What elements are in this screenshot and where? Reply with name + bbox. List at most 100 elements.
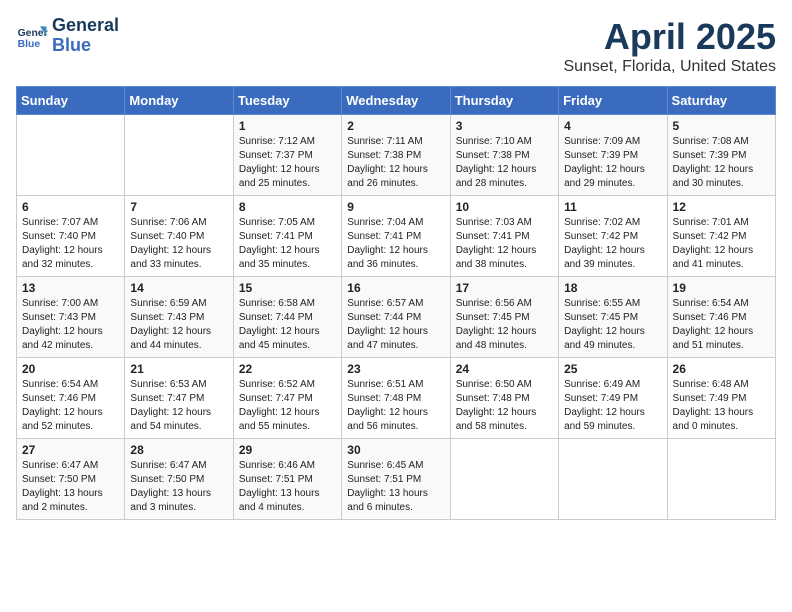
daylight-label: Daylight: 12 hours and 41 minutes. <box>673 245 754 270</box>
calendar-cell: 3 Sunrise: 7:10 AM Sunset: 7:38 PM Dayli… <box>450 115 558 196</box>
sunrise-label: Sunrise: 7:03 AM <box>456 217 532 228</box>
calendar-cell: 12 Sunrise: 7:01 AM Sunset: 7:42 PM Dayl… <box>667 196 775 277</box>
svg-text:Blue: Blue <box>18 39 41 50</box>
daylight-label: Daylight: 12 hours and 26 minutes. <box>347 164 428 189</box>
calendar-cell: 7 Sunrise: 7:06 AM Sunset: 7:40 PM Dayli… <box>125 196 233 277</box>
calendar-cell: 18 Sunrise: 6:55 AM Sunset: 7:45 PM Dayl… <box>559 277 667 358</box>
daylight-label: Daylight: 12 hours and 42 minutes. <box>22 326 103 351</box>
day-info: Sunrise: 6:49 AM Sunset: 7:49 PM Dayligh… <box>564 378 661 434</box>
daylight-label: Daylight: 12 hours and 51 minutes. <box>673 326 754 351</box>
day-info: Sunrise: 7:05 AM Sunset: 7:41 PM Dayligh… <box>239 216 336 272</box>
sunrise-label: Sunrise: 6:54 AM <box>22 379 98 390</box>
day-info: Sunrise: 6:59 AM Sunset: 7:43 PM Dayligh… <box>130 297 227 353</box>
sunset-label: Sunset: 7:37 PM <box>239 150 313 161</box>
calendar-cell: 10 Sunrise: 7:03 AM Sunset: 7:41 PM Dayl… <box>450 196 558 277</box>
day-number: 28 <box>130 443 227 457</box>
sunset-label: Sunset: 7:47 PM <box>239 393 313 404</box>
sunset-label: Sunset: 7:40 PM <box>130 231 204 242</box>
sunset-label: Sunset: 7:51 PM <box>239 474 313 485</box>
sunrise-label: Sunrise: 7:11 AM <box>347 136 422 147</box>
sunset-label: Sunset: 7:51 PM <box>347 474 421 485</box>
daylight-label: Daylight: 12 hours and 33 minutes. <box>130 245 211 270</box>
sunset-label: Sunset: 7:42 PM <box>673 231 747 242</box>
day-info: Sunrise: 7:00 AM Sunset: 7:43 PM Dayligh… <box>22 297 119 353</box>
day-number: 22 <box>239 362 336 376</box>
calendar-cell: 19 Sunrise: 6:54 AM Sunset: 7:46 PM Dayl… <box>667 277 775 358</box>
day-info: Sunrise: 7:07 AM Sunset: 7:40 PM Dayligh… <box>22 216 119 272</box>
calendar-cell: 24 Sunrise: 6:50 AM Sunset: 7:48 PM Dayl… <box>450 358 558 439</box>
day-number: 2 <box>347 119 444 133</box>
sunrise-label: Sunrise: 6:57 AM <box>347 298 423 309</box>
logo-line1: General <box>52 16 119 36</box>
weekday-thursday: Thursday <box>450 87 558 115</box>
day-number: 30 <box>347 443 444 457</box>
day-number: 10 <box>456 200 553 214</box>
day-info: Sunrise: 6:48 AM Sunset: 7:49 PM Dayligh… <box>673 378 770 434</box>
sunrise-label: Sunrise: 6:55 AM <box>564 298 640 309</box>
sunset-label: Sunset: 7:44 PM <box>239 312 313 323</box>
calendar-cell: 1 Sunrise: 7:12 AM Sunset: 7:37 PM Dayli… <box>233 115 341 196</box>
sunset-label: Sunset: 7:48 PM <box>456 393 530 404</box>
day-number: 9 <box>347 200 444 214</box>
sunset-label: Sunset: 7:49 PM <box>673 393 747 404</box>
day-number: 5 <box>673 119 770 133</box>
calendar-cell: 6 Sunrise: 7:07 AM Sunset: 7:40 PM Dayli… <box>17 196 125 277</box>
day-number: 24 <box>456 362 553 376</box>
day-info: Sunrise: 6:54 AM Sunset: 7:46 PM Dayligh… <box>22 378 119 434</box>
logo-text: General Blue <box>52 16 119 56</box>
day-number: 15 <box>239 281 336 295</box>
sunset-label: Sunset: 7:46 PM <box>22 393 96 404</box>
daylight-label: Daylight: 12 hours and 47 minutes. <box>347 326 428 351</box>
daylight-label: Daylight: 12 hours and 28 minutes. <box>456 164 537 189</box>
daylight-label: Daylight: 13 hours and 6 minutes. <box>347 488 428 513</box>
sunrise-label: Sunrise: 6:47 AM <box>130 460 206 471</box>
daylight-label: Daylight: 13 hours and 2 minutes. <box>22 488 103 513</box>
day-info: Sunrise: 7:03 AM Sunset: 7:41 PM Dayligh… <box>456 216 553 272</box>
day-info: Sunrise: 6:55 AM Sunset: 7:45 PM Dayligh… <box>564 297 661 353</box>
sunset-label: Sunset: 7:40 PM <box>22 231 96 242</box>
calendar-week-4: 20 Sunrise: 6:54 AM Sunset: 7:46 PM Dayl… <box>17 358 776 439</box>
daylight-label: Daylight: 12 hours and 29 minutes. <box>564 164 645 189</box>
calendar-cell <box>559 439 667 520</box>
day-number: 27 <box>22 443 119 457</box>
sunset-label: Sunset: 7:49 PM <box>564 393 638 404</box>
calendar-cell <box>17 115 125 196</box>
daylight-label: Daylight: 12 hours and 54 minutes. <box>130 407 211 432</box>
daylight-label: Daylight: 12 hours and 58 minutes. <box>456 407 537 432</box>
sunset-label: Sunset: 7:41 PM <box>239 231 313 242</box>
day-number: 18 <box>564 281 661 295</box>
calendar-cell: 29 Sunrise: 6:46 AM Sunset: 7:51 PM Dayl… <box>233 439 341 520</box>
weekday-saturday: Saturday <box>667 87 775 115</box>
sunrise-label: Sunrise: 6:54 AM <box>673 298 749 309</box>
day-number: 1 <box>239 119 336 133</box>
day-info: Sunrise: 7:01 AM Sunset: 7:42 PM Dayligh… <box>673 216 770 272</box>
sunset-label: Sunset: 7:44 PM <box>347 312 421 323</box>
sunset-label: Sunset: 7:50 PM <box>22 474 96 485</box>
calendar-cell: 16 Sunrise: 6:57 AM Sunset: 7:44 PM Dayl… <box>342 277 450 358</box>
day-info: Sunrise: 7:04 AM Sunset: 7:41 PM Dayligh… <box>347 216 444 272</box>
day-info: Sunrise: 6:56 AM Sunset: 7:45 PM Dayligh… <box>456 297 553 353</box>
day-number: 26 <box>673 362 770 376</box>
daylight-label: Daylight: 12 hours and 55 minutes. <box>239 407 320 432</box>
calendar-week-5: 27 Sunrise: 6:47 AM Sunset: 7:50 PM Dayl… <box>17 439 776 520</box>
sunset-label: Sunset: 7:41 PM <box>456 231 530 242</box>
logo-icon: General Blue <box>16 20 48 52</box>
calendar-cell: 22 Sunrise: 6:52 AM Sunset: 7:47 PM Dayl… <box>233 358 341 439</box>
calendar-cell: 15 Sunrise: 6:58 AM Sunset: 7:44 PM Dayl… <box>233 277 341 358</box>
daylight-label: Daylight: 12 hours and 59 minutes. <box>564 407 645 432</box>
day-info: Sunrise: 6:58 AM Sunset: 7:44 PM Dayligh… <box>239 297 336 353</box>
daylight-label: Daylight: 13 hours and 0 minutes. <box>673 407 754 432</box>
day-info: Sunrise: 7:06 AM Sunset: 7:40 PM Dayligh… <box>130 216 227 272</box>
sunrise-label: Sunrise: 6:58 AM <box>239 298 315 309</box>
day-number: 13 <box>22 281 119 295</box>
location-subtitle: Sunset, Florida, United States <box>563 58 776 76</box>
day-number: 12 <box>673 200 770 214</box>
day-number: 19 <box>673 281 770 295</box>
calendar-cell: 5 Sunrise: 7:08 AM Sunset: 7:39 PM Dayli… <box>667 115 775 196</box>
calendar-body: 1 Sunrise: 7:12 AM Sunset: 7:37 PM Dayli… <box>17 115 776 520</box>
day-info: Sunrise: 6:51 AM Sunset: 7:48 PM Dayligh… <box>347 378 444 434</box>
sunrise-label: Sunrise: 7:01 AM <box>673 217 749 228</box>
calendar-week-2: 6 Sunrise: 7:07 AM Sunset: 7:40 PM Dayli… <box>17 196 776 277</box>
sunrise-label: Sunrise: 6:48 AM <box>673 379 749 390</box>
day-number: 7 <box>130 200 227 214</box>
